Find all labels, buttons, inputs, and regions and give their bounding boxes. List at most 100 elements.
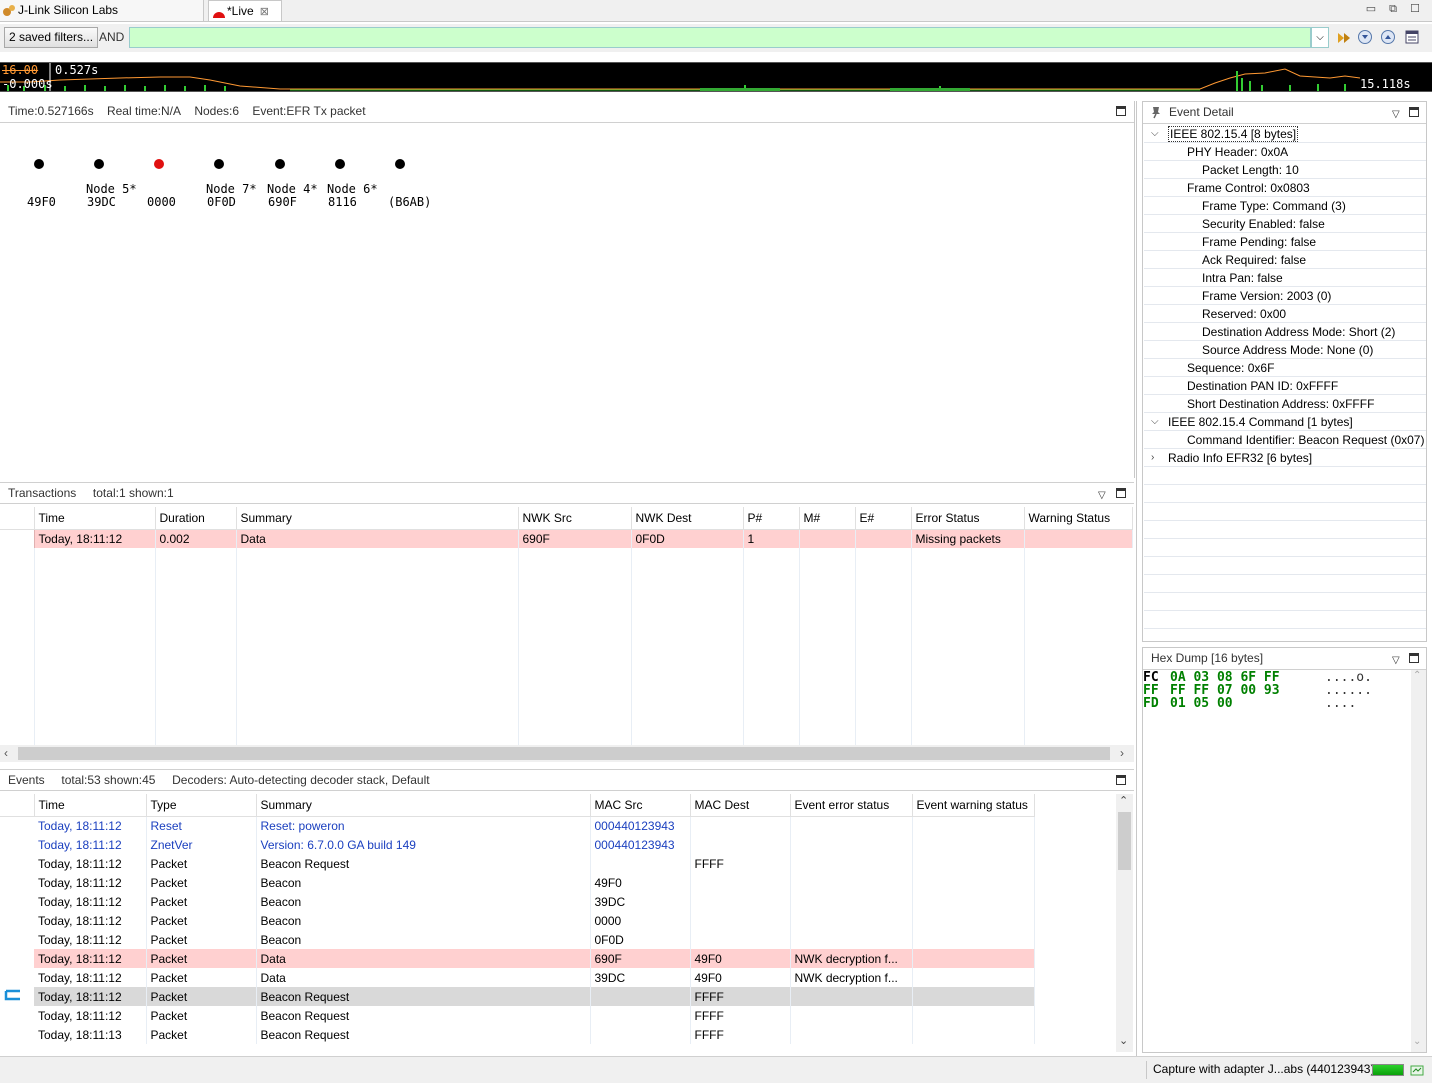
table-row[interactable]: Today, 18:11:12 Packet Beacon 0000 [0,911,1035,930]
saved-filters-button[interactable]: 2 saved filters... [4,27,99,48]
column-header[interactable]: Time [34,507,156,530]
tree-item[interactable]: PHY Header: 0x0A [1144,143,1426,161]
filter-down-icon[interactable] [1357,29,1373,45]
column-header[interactable]: Summary [256,794,591,817]
tree-item[interactable]: Source Address Mode: None (0) [1144,341,1426,359]
filter-manager-icon[interactable] [1404,29,1420,45]
column-header[interactable]: Error Status [911,507,1025,530]
scrollbar-thumb[interactable] [18,747,1110,760]
maximize-icon[interactable] [1116,488,1126,498]
tree-item[interactable]: Frame Type: Command (3) [1144,197,1426,215]
view-menu-icon[interactable]: ▽ [1392,105,1400,125]
tree-item[interactable]: Intra Pan: false [1144,269,1426,287]
view-menu-icon[interactable]: ▽ [1392,651,1400,671]
tree-item-label: Frame Type: Command (3) [1202,199,1346,213]
maximize-icon[interactable] [1116,106,1126,116]
tree-item[interactable]: ⌵ IEEE 802.15.4 Command [1 bytes] [1144,413,1426,431]
transactions-hscrollbar[interactable]: ‹ › [0,745,1134,762]
tree-item[interactable]: Reserved: 0x00 [1144,305,1426,323]
table-row[interactable]: Today, 18:11:12 Packet Beacon 39DC [0,892,1035,911]
tree-item-label: Intra Pan: false [1202,271,1283,285]
table-row[interactable]: Today, 18:11:12 Packet Data 690F 49F0 NWK dec… [0,949,1035,968]
column-header[interactable]: Event warning status [912,794,1035,817]
table-row[interactable]: Today, 18:11:12 Packet Data 39DC 49F0 NWK dec… [0,968,1035,987]
tree-item[interactable]: ⌵ IEEE 802.15.4 [8 bytes] [1144,125,1426,143]
tree-item[interactable]: Destination PAN ID: 0xFFFF [1144,377,1426,395]
hex-vscrollbar[interactable]: ⌃ ⌄ [1411,670,1426,1052]
tree-item[interactable]: Frame Version: 2003 (0) [1144,287,1426,305]
map-node[interactable] [34,159,44,169]
column-header[interactable]: Warning Status [1024,507,1133,530]
column-header[interactable]: MAC Src [590,794,691,817]
chevron-down-icon[interactable]: ⌵ [1151,413,1159,431]
network-map[interactable]: Node 5* Node 7* Node 4* Node 6* 49F0 39D… [0,124,1134,478]
column-header[interactable]: Time [34,794,147,817]
table-row[interactable]: Today, 18:11:12 ZnetVer Version: 6.7.0.0 G… [0,835,1035,854]
table-row[interactable]: Today, 18:11:12 Packet Beacon 0F0D [0,930,1035,949]
filter-up-icon[interactable] [1380,29,1396,45]
column-header[interactable]: Type [146,794,257,817]
chevron-down-icon[interactable]: ⌄ [1119,1034,1128,1047]
table-row[interactable]: Today, 18:11:12 0.002 Data 690F 0F0D 1 M… [0,529,1133,548]
scrollbar-thumb[interactable] [1118,812,1131,870]
table-row[interactable]: Today, 18:11:12 Reset Reset: poweron 000440… [0,816,1035,835]
column-header[interactable]: MAC Dest [690,794,791,817]
map-node[interactable] [94,159,104,169]
chevron-right-icon[interactable]: › [1151,449,1154,467]
tree-item[interactable]: Packet Length: 10 [1144,161,1426,179]
tree-item[interactable]: Command Identifier: Beacon Request (0x07… [1144,431,1426,449]
event-detail-tree[interactable]: ⌵ IEEE 802.15.4 [8 bytes] PHY Header: 0x0A… [1144,125,1426,629]
tree-item[interactable]: Security Enabled: false [1144,215,1426,233]
table-row[interactable]: Today, 18:11:13 Packet Beacon Request FFFF [0,1025,1035,1044]
map-node-active[interactable] [154,159,164,169]
tab-adapter[interactable]: J-Link Silicon Labs (440123943)⊠ [0,0,204,37]
table-row[interactable]: Today, 18:11:12 Packet Beacon Request FFFF [0,987,1035,1006]
table-row[interactable]: Today, 18:11:12 Packet Beacon Request FFFF [0,854,1035,873]
tree-item[interactable]: Sequence: 0x6F [1144,359,1426,377]
chevron-up-icon[interactable]: ⌃ [1119,794,1128,807]
tab-live[interactable]: *Live ⊠ [208,0,282,21]
column-header[interactable]: NWK Src [518,507,632,530]
column-header[interactable]: NWK Dest [631,507,744,530]
timeline-end-label: 15.118s [1360,77,1411,91]
column-header[interactable]: Summary [236,507,519,530]
chevron-up-icon[interactable]: ⌃ [1413,670,1421,681]
filter-history-dropdown[interactable]: ⌵ [1311,27,1329,48]
maximize-icon[interactable]: ☐ [1408,2,1422,16]
map-node[interactable] [335,159,345,169]
maximize-icon[interactable] [1409,107,1419,117]
table-row[interactable]: Today, 18:11:12 Packet Beacon Request FFFF [0,1006,1035,1025]
timeline-bar[interactable]: 16.00 0.527s -0.000s 15.118s [0,62,1432,92]
tree-item[interactable]: › Radio Info EFR32 [6 bytes] [1144,449,1426,467]
restore-icon[interactable]: ⧉ [1386,2,1400,16]
map-node[interactable] [214,159,224,169]
events-vscrollbar[interactable]: ⌃ ⌄ [1116,794,1133,1052]
hex-dump-content[interactable]: FC 0A 03 08 6F FF ....o. FF FF FF 07 00 … [1143,670,1411,1051]
chevron-left-icon[interactable]: ‹ [4,746,8,760]
column-header[interactable]: E# [855,507,912,530]
close-icon[interactable]: ⊠ [260,6,269,18]
capture-status-icon[interactable] [1410,1063,1424,1077]
tree-item[interactable]: Ack Required: false [1144,251,1426,269]
chevron-right-icon[interactable]: › [1120,746,1124,760]
tree-item-label: Ack Required: false [1202,253,1307,267]
column-header[interactable]: Event error status [790,794,913,817]
column-header[interactable]: P# [743,507,800,530]
tree-item[interactable]: Short Destination Address: 0xFFFF [1144,395,1426,413]
maximize-icon[interactable] [1116,775,1126,785]
view-menu-icon[interactable]: ▽ [1098,486,1106,506]
minimize-icon[interactable]: ▭ [1364,2,1378,16]
filter-input[interactable] [129,27,1311,48]
tree-item[interactable]: Frame Control: 0x0803 [1144,179,1426,197]
column-header[interactable]: Duration [155,507,237,530]
column-header[interactable]: M# [799,507,856,530]
tree-item[interactable]: Destination Address Mode: Short (2) [1144,323,1426,341]
maximize-icon[interactable] [1409,653,1419,663]
chevron-down-icon[interactable]: ⌄ [1413,1036,1421,1047]
tree-item[interactable]: Frame Pending: false [1144,233,1426,251]
table-row[interactable]: Today, 18:11:12 Packet Beacon 49F0 [0,873,1035,892]
chevron-down-icon[interactable]: ⌵ [1151,125,1159,143]
map-node[interactable] [275,159,285,169]
map-node[interactable] [395,159,405,169]
apply-filter-icon[interactable] [1336,30,1352,46]
